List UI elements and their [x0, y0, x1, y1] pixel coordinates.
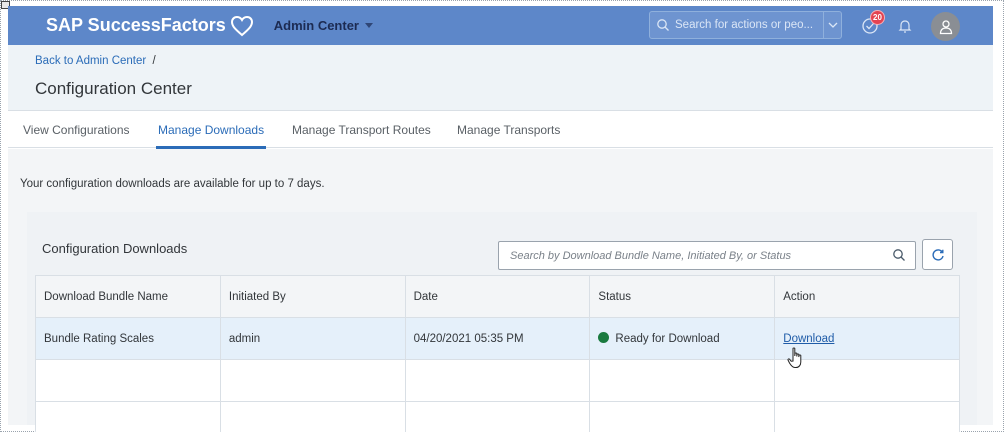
tab-manage-transport-routes[interactable]: Manage Transport Routes	[292, 123, 431, 137]
user-avatar-icon	[939, 19, 952, 34]
downloads-panel: Configuration Downloads Search by Downlo…	[27, 212, 977, 432]
tab-manage-downloads[interactable]: Manage Downloads	[158, 123, 264, 137]
availability-info: Your configuration downloads are availab…	[20, 178, 325, 190]
breadcrumb-back-link[interactable]: Back to Admin Center	[35, 55, 146, 67]
shell-bar: SAP SuccessFactors Admin Center Search f…	[8, 6, 993, 45]
column-header-date[interactable]: Date	[404, 275, 591, 318]
search-scope-dropdown[interactable]	[823, 12, 841, 38]
brand-name: SAP SuccessFactors	[46, 15, 226, 35]
empty-cell	[404, 359, 591, 402]
search-icon	[893, 249, 905, 261]
empty-cell	[219, 359, 406, 402]
user-avatar[interactable]	[931, 12, 960, 41]
table-row-empty	[35, 401, 960, 432]
empty-cell	[589, 359, 776, 402]
dropdown-icon	[828, 22, 837, 28]
breadcrumb-separator: /	[152, 55, 156, 67]
download-link[interactable]: Download	[783, 333, 834, 345]
search-icon	[657, 19, 669, 31]
status-ready-icon	[598, 332, 610, 343]
downloads-table: Download Bundle Name Initiated By Date S…	[35, 275, 960, 432]
empty-cell	[219, 401, 406, 432]
bell-icon	[898, 20, 912, 33]
hand-cursor-icon	[787, 347, 802, 368]
column-header-bundle-name[interactable]: Download Bundle Name	[35, 275, 221, 318]
alerts-button[interactable]	[893, 14, 917, 38]
cell-date: 04/20/2021 05:35 PM	[404, 317, 591, 360]
table-row-empty	[35, 359, 960, 402]
admin-center-menu[interactable]: Admin Center	[274, 18, 373, 33]
tab-manage-transports[interactable]: Manage Transports	[457, 123, 560, 137]
tab-bar: View Configurations Manage Downloads Man…	[8, 110, 993, 149]
shell-search-input[interactable]: Search for actions or peo...	[649, 11, 842, 39]
empty-cell	[589, 401, 776, 432]
brand-logo[interactable]: SAP SuccessFactors	[46, 15, 254, 37]
refresh-icon	[931, 248, 944, 261]
notification-badge: 20	[870, 10, 885, 25]
column-header-initiated-by[interactable]: Initiated By	[219, 275, 406, 318]
tab-view-configurations[interactable]: View Configurations	[23, 123, 130, 137]
caret-down-icon	[365, 23, 373, 28]
table-header-row: Download Bundle Name Initiated By Date S…	[35, 275, 960, 318]
empty-cell	[404, 401, 591, 432]
admin-center-label: Admin Center	[273, 18, 359, 33]
table-row[interactable]: Bundle Rating Scales admin 04/20/2021 05…	[35, 317, 960, 360]
panel-title: Configuration Downloads	[42, 241, 188, 256]
empty-cell	[35, 401, 221, 432]
downloads-search-input[interactable]: Search by Download Bundle Name, Initiate…	[498, 241, 916, 270]
column-header-action[interactable]: Action	[774, 275, 960, 318]
heart-icon	[230, 15, 253, 36]
main-content: Your configuration downloads are availab…	[8, 149, 993, 432]
cell-initiated-by: admin	[219, 317, 406, 360]
notifications-button[interactable]: 20	[858, 10, 885, 38]
breadcrumb: Back to Admin Center /	[35, 55, 156, 67]
refresh-button[interactable]	[922, 239, 953, 270]
empty-cell	[35, 359, 221, 402]
page-title: Configuration Center	[35, 79, 192, 98]
empty-cell	[774, 401, 960, 432]
page-header: Back to Admin Center / Configuration Cen…	[8, 45, 993, 110]
column-header-status[interactable]: Status	[589, 275, 776, 318]
shell-search-placeholder: Search for actions or peo...	[675, 19, 814, 31]
status-text: Ready for Download	[615, 333, 720, 345]
cell-status: Ready for Download	[589, 317, 776, 360]
cell-bundle-name: Bundle Rating Scales	[35, 317, 221, 360]
downloads-search-placeholder: Search by Download Bundle Name, Initiate…	[510, 249, 792, 262]
